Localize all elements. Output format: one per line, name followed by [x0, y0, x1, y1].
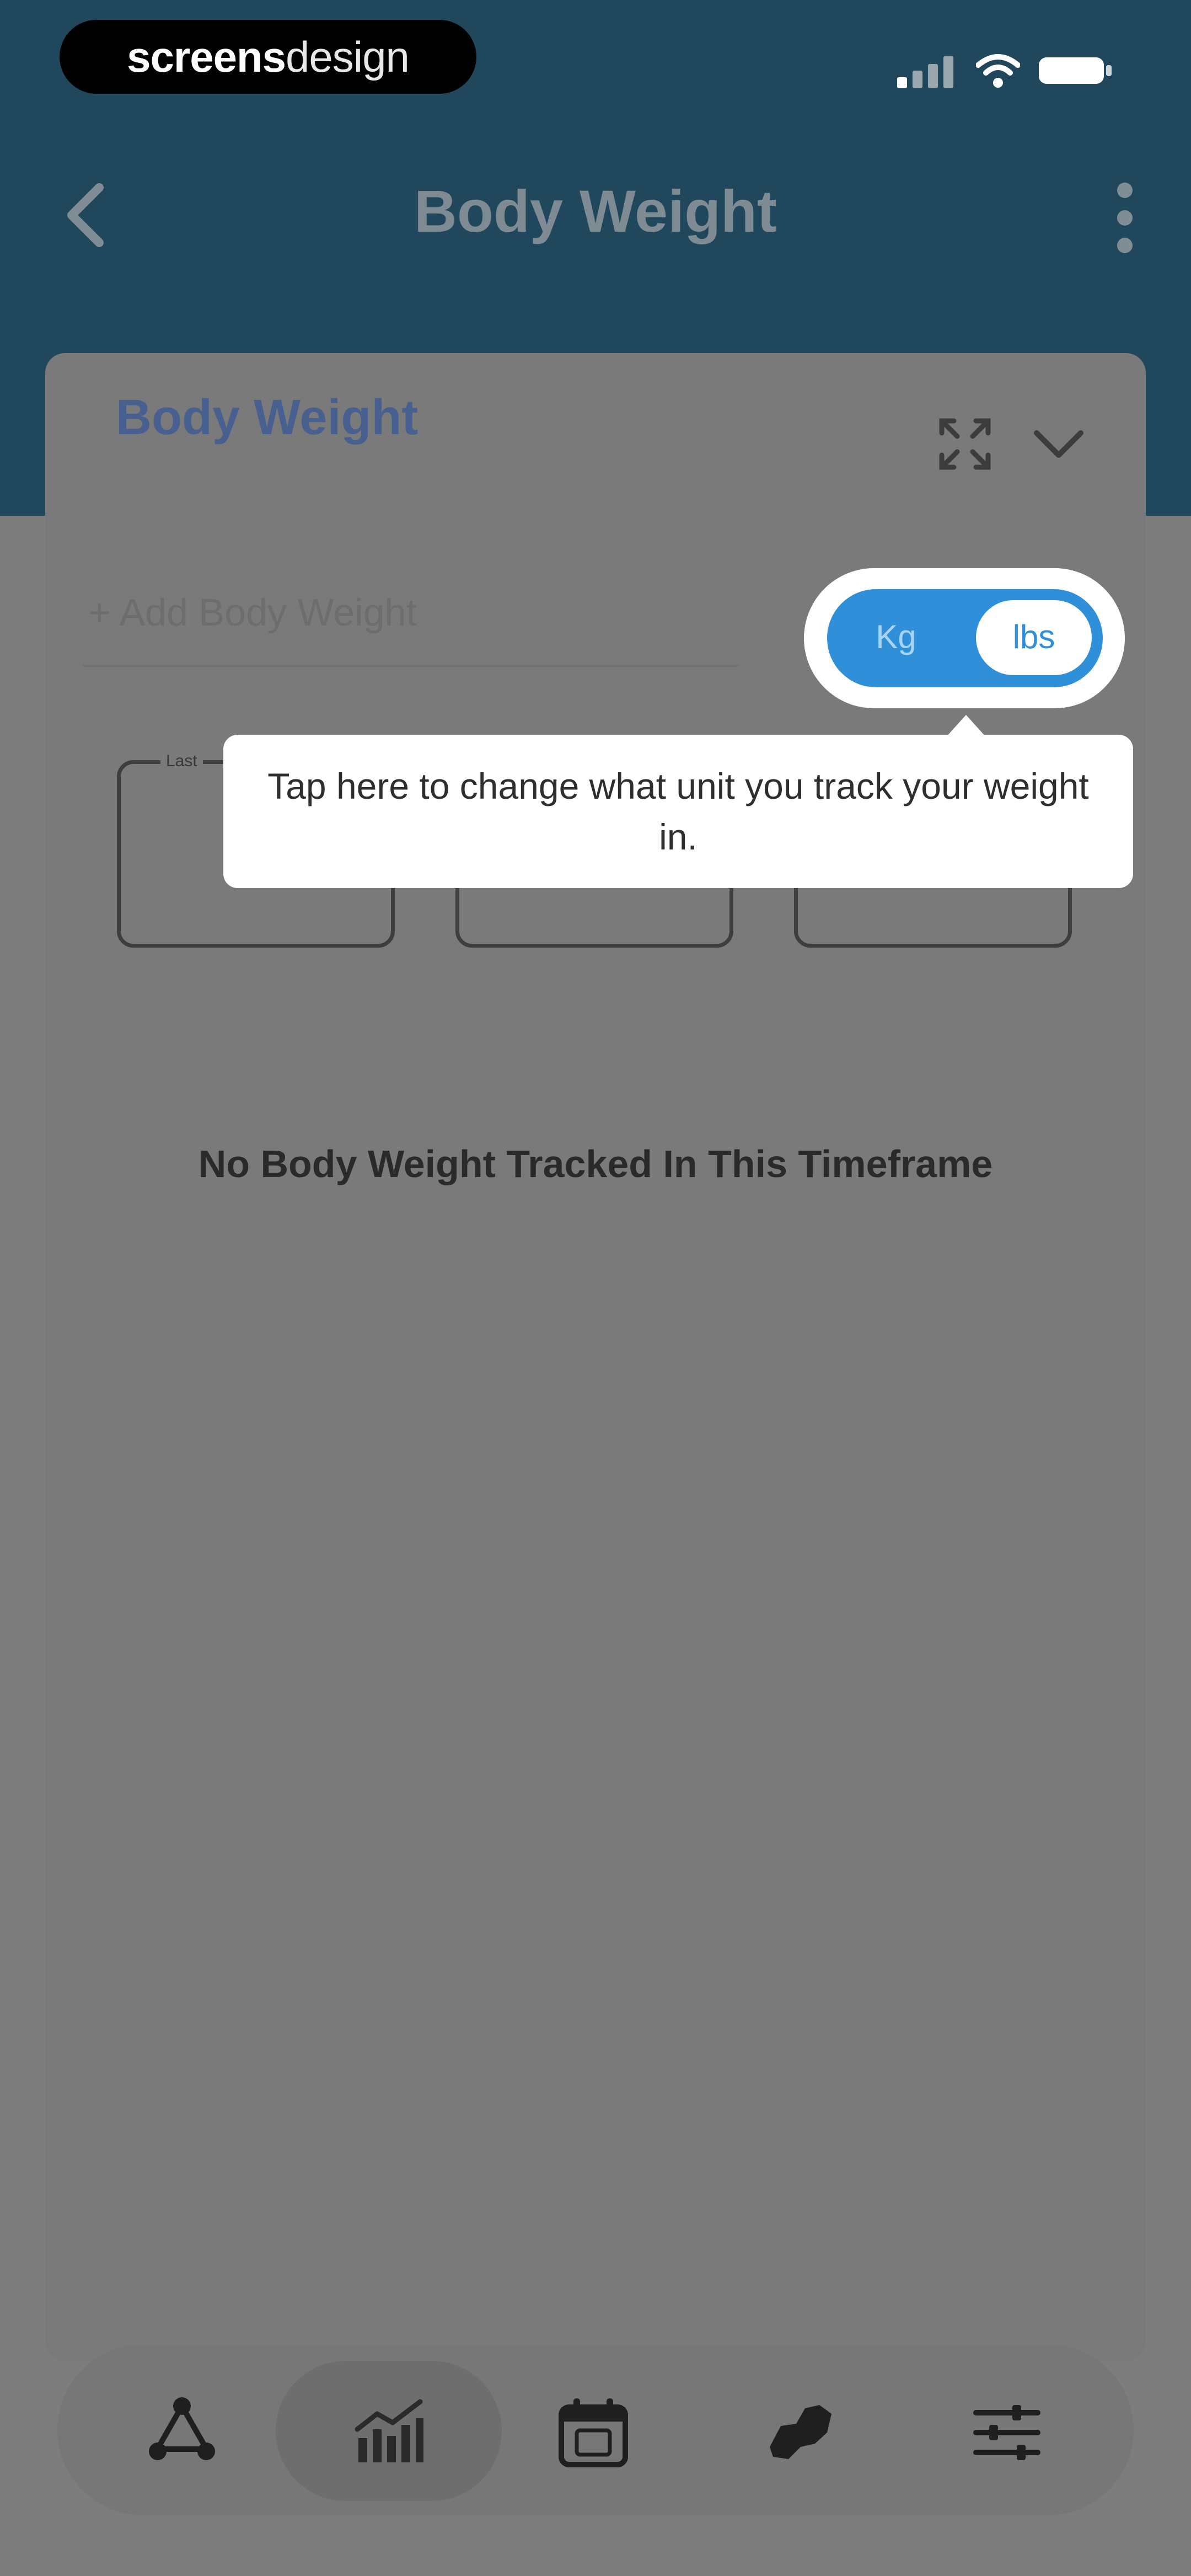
- unit-option-lbs[interactable]: lbs: [976, 618, 1092, 656]
- more-options-icon[interactable]: [1108, 179, 1141, 256]
- card-title: Body Weight: [116, 390, 419, 445]
- tooltip-arrow: [946, 715, 986, 737]
- stat-label: Last: [160, 752, 203, 771]
- brand-part-1: screens: [127, 32, 286, 81]
- battery-icon: [1039, 57, 1112, 84]
- expand-icon[interactable]: [937, 416, 993, 472]
- wifi-icon: [976, 54, 1020, 88]
- cellular-signal-icon: [897, 56, 953, 88]
- brand-part-2: design: [286, 32, 410, 81]
- settings-sliders-icon[interactable]: [968, 2394, 1045, 2471]
- tooltip-text: Tap here to change what unit you track y…: [267, 766, 1089, 857]
- empty-state-message: No Body Weight Tracked In This Timeframe: [198, 1142, 993, 1185]
- calendar-icon[interactable]: [555, 2394, 632, 2471]
- coachmark-tooltip[interactable]: Tap here to change what unit you track y…: [223, 735, 1133, 888]
- page-title: Body Weight: [414, 178, 777, 244]
- stats-chart-icon[interactable]: [351, 2394, 428, 2471]
- unit-option-kg[interactable]: Kg: [827, 618, 965, 656]
- status-bar: screens design: [0, 0, 1191, 127]
- body-map-icon[interactable]: [762, 2394, 839, 2471]
- brand-watermark: screens design: [60, 20, 476, 94]
- workouts-cycle-icon[interactable]: [143, 2394, 221, 2471]
- add-body-weight-link[interactable]: + Add Body Weight: [88, 590, 417, 634]
- chevron-down-icon[interactable]: [1031, 425, 1086, 463]
- add-weight-divider: [83, 665, 739, 667]
